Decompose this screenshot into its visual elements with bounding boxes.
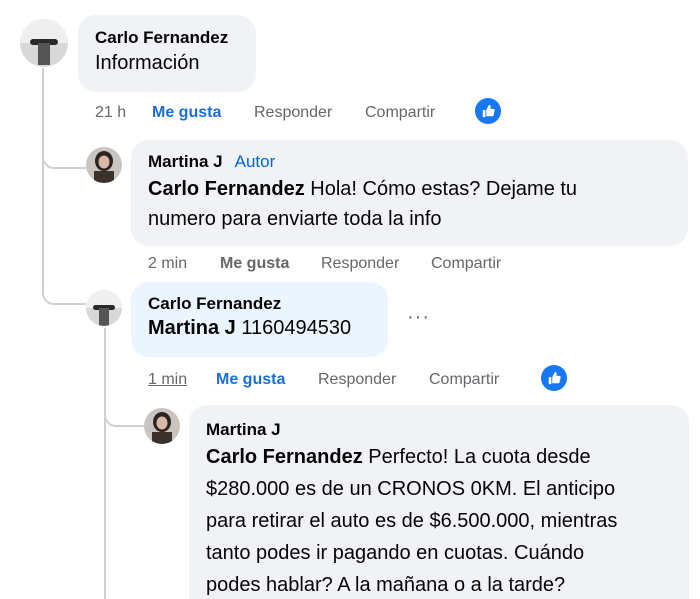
avatar-carlo[interactable] <box>86 290 122 326</box>
reply-button[interactable]: Responder <box>254 104 365 122</box>
comment-time[interactable]: 2 min <box>148 255 220 273</box>
reply-button[interactable]: Responder <box>318 371 429 389</box>
comment-text-line: podes hablar? A la mañana o a la tarde? <box>206 574 566 596</box>
thread-elbow-reply-1 <box>42 125 86 169</box>
thread-elbow-reply-3 <box>104 385 144 427</box>
avatar-carlo[interactable] <box>20 19 68 67</box>
thumbs-up-icon[interactable] <box>475 98 501 124</box>
like-button[interactable]: Me gusta <box>216 371 318 389</box>
share-button[interactable]: Compartir <box>429 371 499 389</box>
avatar-carlo-image <box>20 19 68 67</box>
like-button[interactable]: Me gusta <box>152 104 254 122</box>
thumbs-up-icon[interactable] <box>541 365 567 391</box>
thread-line-nested <box>104 328 106 599</box>
comment-actions-2: 2 min Me gusta Responder Compartir <box>148 254 501 274</box>
avatar-martina[interactable] <box>144 408 180 444</box>
comment-text-line: para retirar el auto es de $6.500.000, m… <box>206 510 618 532</box>
comment-bubble-1: Carlo Fernandez Información <box>78 15 256 92</box>
thread-elbow-reply-2 <box>42 255 86 305</box>
comment-text: Carlo Fernandez Hola! Cómo estas? Dejame… <box>148 174 688 234</box>
comment-text-line: Hola! Cómo estas? Dejame tu <box>310 178 578 200</box>
comment-text: Carlo Fernandez Perfecto! La cuota desde… <box>206 441 689 599</box>
comment-author[interactable]: Martina J <box>148 152 223 172</box>
comment-bubble-4: Martina J Carlo Fernandez Perfecto! La c… <box>189 405 689 599</box>
comment-text-line: numero para enviarte toda la info <box>148 208 442 230</box>
comment-text-body: 1160494530 <box>241 317 352 339</box>
comment-bubble-3: Carlo Fernandez Martina J 1160494530 <box>131 282 388 357</box>
share-button[interactable]: Compartir <box>431 255 501 273</box>
comment-text-line: tanto podes ir pagando en cuotas. Cuándo <box>206 542 585 564</box>
avatar-martina[interactable] <box>86 147 122 183</box>
avatar-carlo-image <box>86 290 122 326</box>
comment-author[interactable]: Carlo Fernandez <box>148 294 281 314</box>
comment-bubble-2: Martina J Autor Carlo Fernandez Hola! Cóm… <box>131 140 688 246</box>
mention-link[interactable]: Martina J <box>148 317 236 339</box>
comment-text: Martina J 1160494530 <box>148 314 388 342</box>
more-options-icon[interactable]: ··· <box>407 306 430 329</box>
comment-time[interactable]: 21 h <box>95 104 152 122</box>
avatar-martina-image <box>144 408 180 444</box>
like-button[interactable]: Me gusta <box>220 255 321 273</box>
comment-author[interactable]: Carlo Fernandez <box>95 28 228 48</box>
comment-actions-3: 1 min Me gusta Responder Compartir <box>148 370 499 390</box>
mention-link[interactable]: Carlo Fernandez <box>148 178 305 200</box>
avatar-martina-image <box>86 147 122 183</box>
comment-actions-1: 21 h Me gusta Responder Compartir <box>95 103 435 123</box>
share-button[interactable]: Compartir <box>365 104 435 122</box>
comment-author[interactable]: Martina J <box>206 420 281 440</box>
reply-button[interactable]: Responder <box>321 255 431 273</box>
comment-text: Información <box>95 52 200 74</box>
mention-link[interactable]: Carlo Fernandez <box>206 446 363 468</box>
comment-text-line: Perfecto! La cuota desde <box>368 446 591 468</box>
author-badge: Autor <box>234 152 276 171</box>
comment-text-line: $280.000 es de un CRONOS 0KM. El anticip… <box>206 478 616 500</box>
comment-time[interactable]: 1 min <box>148 371 216 389</box>
